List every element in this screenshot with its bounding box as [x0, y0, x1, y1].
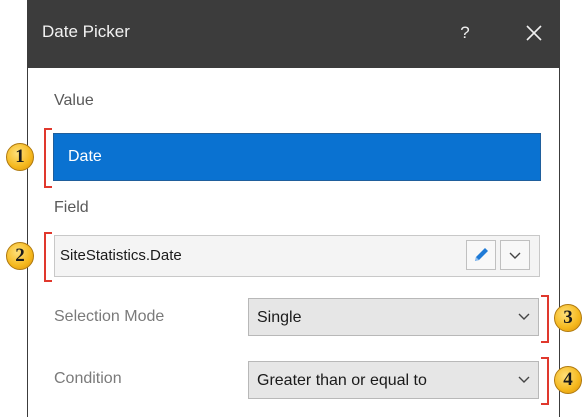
field-value: SiteStatistics.Date [60, 247, 182, 264]
selection-mode-label: Selection Mode [54, 308, 165, 325]
condition-label: Condition [54, 370, 122, 387]
close-icon [526, 25, 542, 41]
callout-badge-3: 3 [554, 304, 582, 332]
callout-bracket-3 [541, 295, 549, 343]
value-label: Value [54, 92, 94, 109]
chevron-down-icon [518, 313, 530, 320]
value-list-item[interactable]: Date [53, 133, 541, 181]
field-label: Field [54, 199, 89, 216]
chevron-down-icon [509, 252, 521, 259]
callout-bracket-2 [44, 232, 52, 282]
pencil-icon [475, 248, 488, 261]
chevron-down-icon [518, 376, 530, 383]
condition-value: Greater than or equal to [257, 372, 427, 389]
title-bar: Date Picker ? [28, 0, 559, 68]
field-input[interactable]: SiteStatistics.Date [54, 235, 540, 277]
callout-bracket-1 [44, 128, 52, 188]
selection-mode-select[interactable]: Single [248, 298, 539, 336]
selection-mode-value: Single [257, 309, 302, 326]
date-picker-dialog: Date Picker ? Value Date Field SiteStati… [27, 0, 560, 417]
help-button[interactable]: ? [453, 18, 477, 48]
field-dropdown-button[interactable] [500, 240, 530, 270]
close-button[interactable] [519, 18, 549, 48]
edit-field-button[interactable] [466, 240, 496, 270]
callout-badge-2: 2 [6, 242, 34, 270]
dialog-title: Date Picker [42, 22, 130, 41]
condition-select[interactable]: Greater than or equal to [248, 361, 539, 399]
callout-badge-1: 1 [6, 143, 34, 171]
callout-bracket-4 [541, 357, 549, 405]
callout-badge-4: 4 [554, 366, 582, 394]
